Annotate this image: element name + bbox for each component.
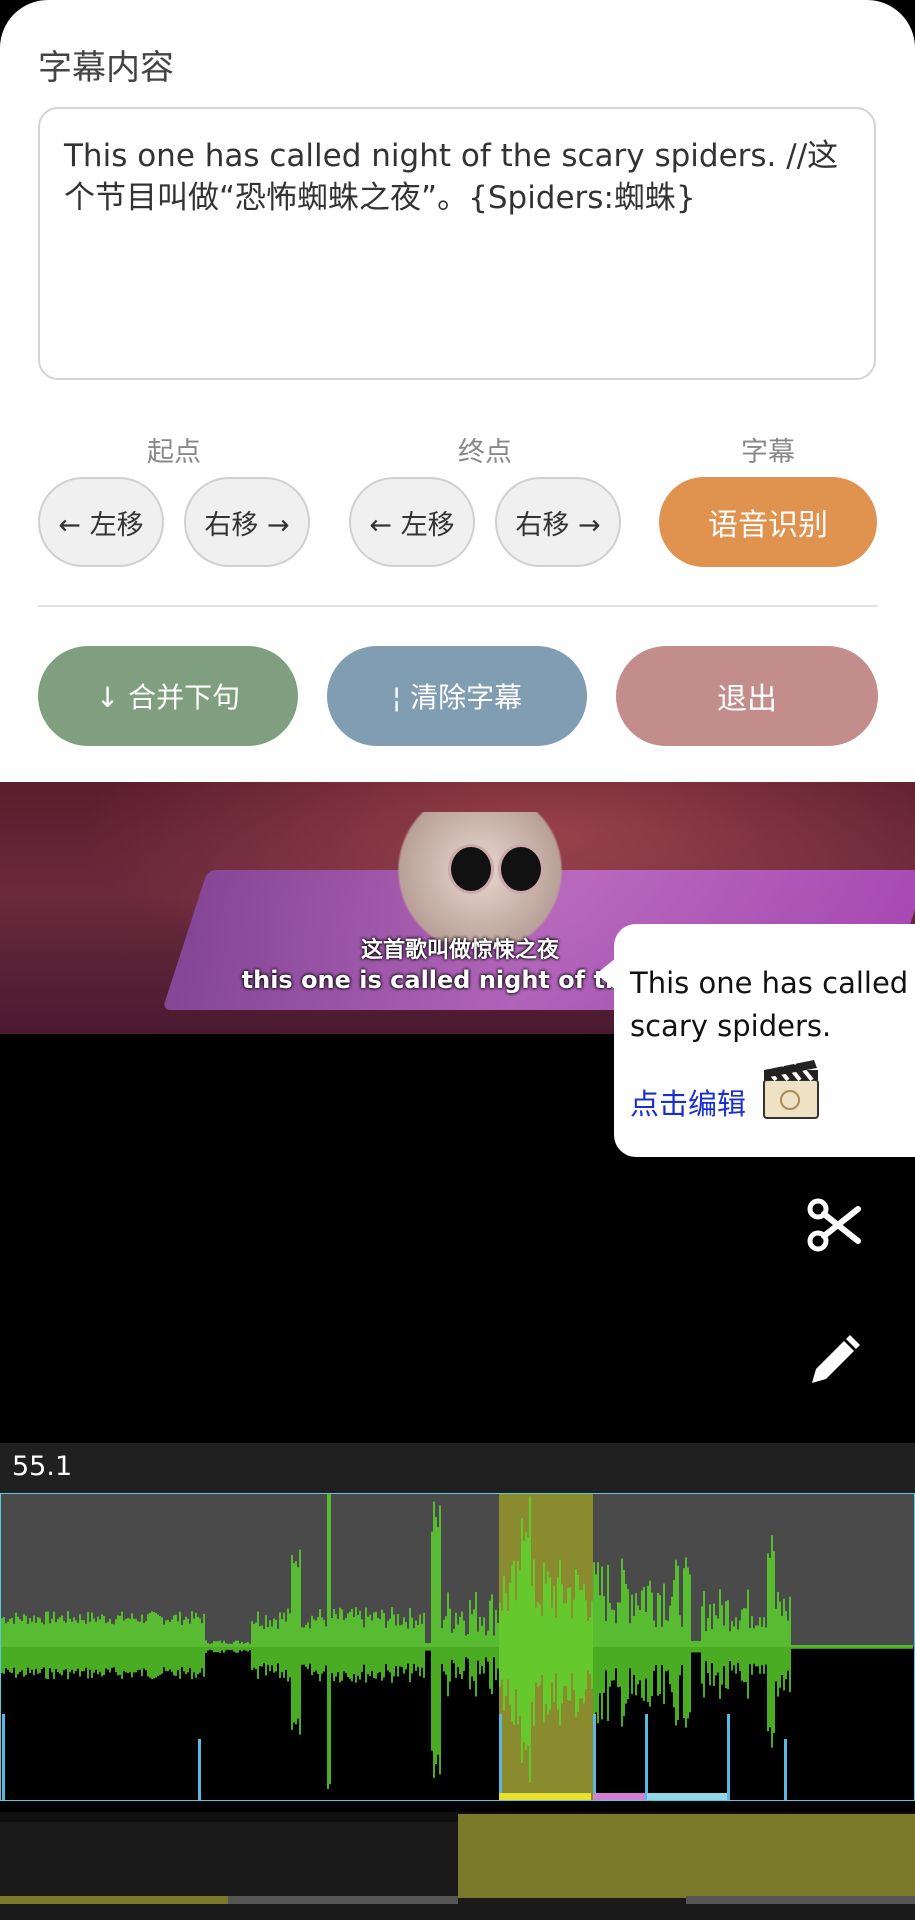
subtitle-markers: [2, 1714, 787, 1800]
pencil-icon[interactable]: [806, 1333, 862, 1389]
segment-bar-cyan: [647, 1793, 727, 1800]
start-group-label: 起点: [147, 437, 201, 468]
waveform: [1, 1494, 914, 1800]
subtitle-marker: [727, 1714, 730, 1800]
spider-eye: [498, 844, 544, 894]
overview-rest: [686, 1896, 915, 1904]
subtitle-group-label: 字幕: [741, 437, 795, 468]
clapperboard-icon: [763, 1060, 819, 1119]
subtitle-marker: [784, 1739, 787, 1800]
start-shift-left-button[interactable]: ← 左移: [38, 477, 164, 567]
overview-viewport: [458, 1814, 915, 1898]
divider: [38, 605, 878, 607]
subtitle-edit-panel: 字幕内容 This one has called night of the sc…: [0, 0, 915, 782]
end-shift-left-button[interactable]: ← 左移: [349, 477, 475, 567]
segment-bar-yellow: [499, 1793, 591, 1800]
subtitle-text-input[interactable]: This one has called night of the scary s…: [38, 107, 876, 380]
overview-rest: [228, 1896, 458, 1904]
current-time: 55.1: [12, 1451, 73, 1482]
subtitle-marker: [645, 1714, 648, 1800]
waveform-area[interactable]: [0, 1493, 915, 1801]
subtitle-marker: [499, 1714, 502, 1800]
exit-button[interactable]: 退出: [616, 646, 878, 746]
subtitle-marker: [198, 1739, 201, 1800]
spider-eye: [448, 844, 494, 894]
speech-recognition-button[interactable]: 语音识别: [659, 477, 877, 567]
overview-svg: [0, 1812, 915, 1904]
subtitle-popup[interactable]: This one has called scary spiders. 点击编辑: [596, 924, 915, 1157]
section-title: 字幕内容: [38, 48, 174, 88]
end-shift-right-button[interactable]: 右移 →: [495, 477, 621, 567]
subtitle-marker: [593, 1714, 596, 1800]
time-bar: 55.1: [0, 1443, 915, 1493]
overview-track[interactable]: [0, 1812, 915, 1920]
popup-text: This one has called scary spiders.: [630, 966, 909, 1043]
overview-progress: [0, 1896, 228, 1904]
segment-bar-pink: [593, 1793, 645, 1800]
subtitle-marker: [2, 1714, 5, 1800]
merge-next-button[interactable]: ↓ 合并下句: [38, 646, 298, 746]
edit-link[interactable]: 点击编辑: [630, 1081, 746, 1123]
start-shift-right-button[interactable]: 右移 →: [184, 477, 310, 567]
clear-subtitle-button[interactable]: ¦ 清除字幕: [327, 646, 587, 746]
end-group-label: 终点: [458, 437, 512, 468]
scissors-icon[interactable]: [806, 1197, 862, 1253]
